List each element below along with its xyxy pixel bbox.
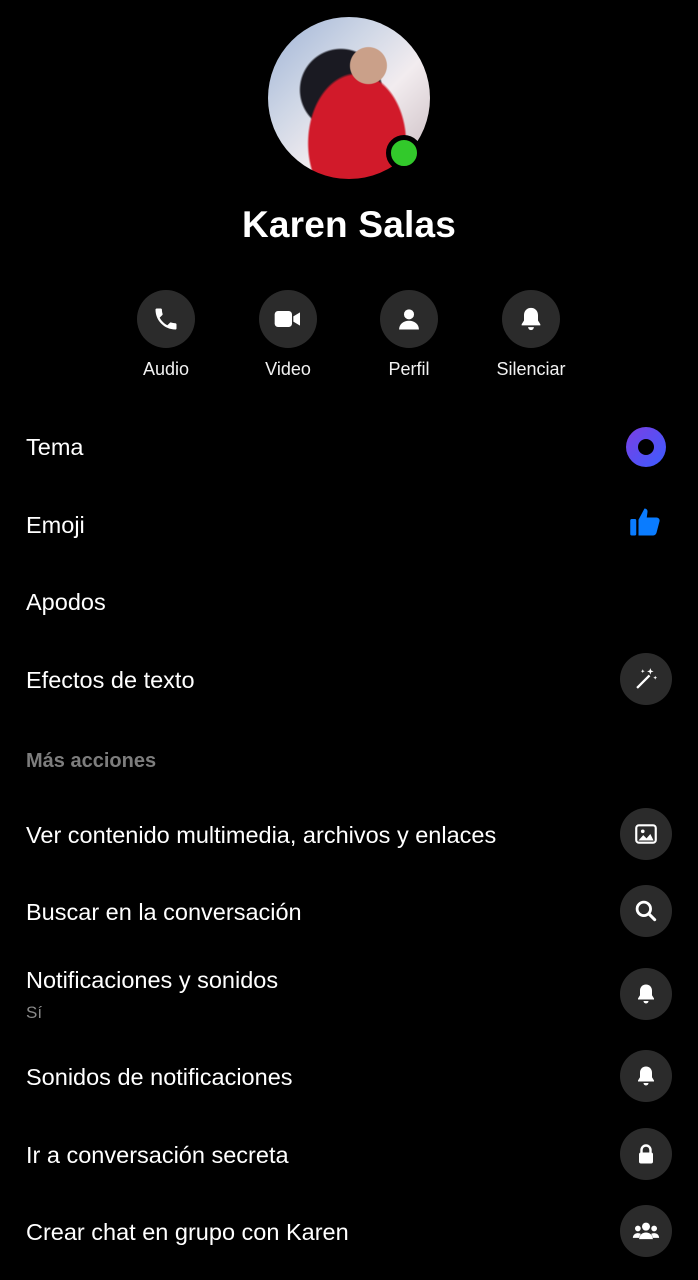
thumbs-up-icon <box>630 508 660 536</box>
text-effects-icon-button[interactable] <box>620 653 672 705</box>
emoji-row[interactable]: Emoji <box>0 496 698 556</box>
bell-icon <box>638 984 654 1004</box>
search-icon <box>635 900 657 922</box>
notifications-sounds-row[interactable]: Notificaciones y sonidos Sí <box>0 965 698 1025</box>
media-icon-button[interactable] <box>620 808 672 860</box>
notification-sounds-row[interactable]: Sonidos de notificaciones <box>0 1048 698 1108</box>
mute-label: Silenciar <box>496 359 566 379</box>
profile-avatar-container[interactable] <box>268 17 430 179</box>
video-call-circle[interactable] <box>259 290 317 348</box>
nicknames-row[interactable]: Apodos <box>0 573 698 633</box>
theme-label: Tema <box>26 434 84 460</box>
create-group-chat-row[interactable]: Crear chat en grupo con Karen <box>0 1203 698 1263</box>
create-group-icon-button[interactable] <box>620 1205 672 1257</box>
contact-name: Karen Salas <box>241 204 457 245</box>
audio-call-label: Audio <box>142 359 190 379</box>
lock-icon <box>639 1144 653 1164</box>
group-icon <box>632 1222 660 1240</box>
media-files-links-label: Ver contenido multimedia, archivos y enl… <box>26 822 497 848</box>
bell-icon <box>638 1066 654 1086</box>
notifications-status: Sí <box>26 1003 43 1022</box>
text-effects-label: Efectos de texto <box>26 667 195 693</box>
video-call-label: Video <box>265 359 311 379</box>
secret-conversation-row[interactable]: Ir a conversación secreta <box>0 1126 698 1186</box>
emoji-label: Emoji <box>26 512 85 538</box>
notifications-sounds-label: Notificaciones y sonidos <box>26 967 279 993</box>
media-files-links-row[interactable]: Ver contenido multimedia, archivos y enl… <box>0 806 698 866</box>
person-icon <box>399 309 419 330</box>
audio-call-button[interactable]: Audio <box>106 290 226 380</box>
audio-call-circle[interactable] <box>137 290 195 348</box>
image-icon <box>635 824 657 844</box>
phone-icon <box>155 308 177 330</box>
bell-icon <box>521 307 541 331</box>
search-conversation-label: Buscar en la conversación <box>26 899 302 925</box>
online-status-indicator <box>386 135 422 171</box>
notifications-icon-button[interactable] <box>620 968 672 1020</box>
video-camera-icon <box>274 311 300 327</box>
profile-label: Perfil <box>388 359 430 379</box>
magic-wand-icon <box>636 668 658 689</box>
create-group-chat-label: Crear chat en grupo con Karen <box>26 1219 349 1245</box>
profile-circle[interactable] <box>380 290 438 348</box>
more-actions-heading: Más acciones <box>26 750 157 772</box>
nicknames-label: Apodos <box>26 589 106 615</box>
profile-button[interactable]: Perfil <box>349 290 469 380</box>
notification-sounds-label: Sonidos de notificaciones <box>26 1064 293 1090</box>
mute-button[interactable]: Silenciar <box>471 290 591 380</box>
search-icon-button[interactable] <box>620 885 672 937</box>
theme-circle-icon <box>626 427 666 467</box>
theme-row[interactable]: Tema <box>0 418 698 478</box>
secret-conversation-icon-button[interactable] <box>620 1128 672 1180</box>
action-buttons: Audio Video Perfil Silenciar <box>0 290 698 390</box>
secret-conversation-label: Ir a conversación secreta <box>26 1142 289 1168</box>
search-conversation-row[interactable]: Buscar en la conversación <box>0 883 698 943</box>
mute-circle[interactable] <box>502 290 560 348</box>
video-call-button[interactable]: Video <box>228 290 348 380</box>
notification-sounds-icon-button[interactable] <box>620 1050 672 1102</box>
text-effects-row[interactable]: Efectos de texto <box>0 651 698 711</box>
